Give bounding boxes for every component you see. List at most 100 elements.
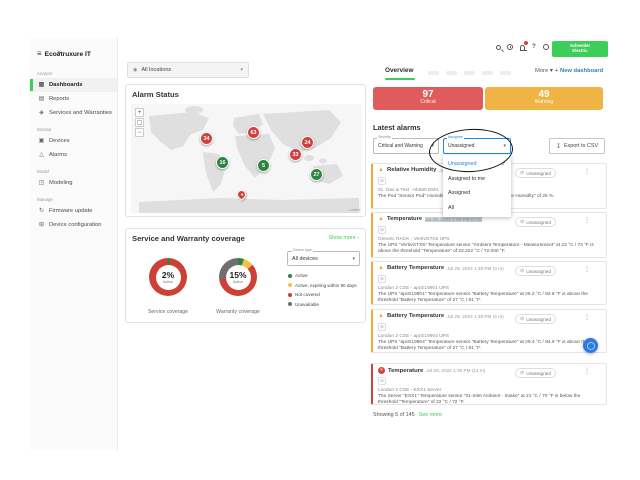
kebab-menu-icon[interactable]: ⋮ xyxy=(584,266,590,273)
export-csv-button[interactable]: ↧ Export to CSV xyxy=(549,138,605,154)
legend-dot-unavailable xyxy=(288,302,292,306)
severity-filter-select[interactable]: Critical and Warning ▾ xyxy=(373,138,439,154)
sidebar-item-alarms[interactable]: △ Alarms xyxy=(30,148,117,162)
alarm-timestamp: Jul 29, 2024 1:38 PM (4 m) xyxy=(447,313,504,319)
assignee-chip[interactable]: ⊘ Unassigned xyxy=(515,368,556,378)
help-floating-button[interactable] xyxy=(583,338,598,353)
map-marker-cluster[interactable]: 24 xyxy=(301,136,314,149)
sidebar-item-devices[interactable]: ▣ Devices xyxy=(30,134,117,148)
menu-option-assigned[interactable]: Assigned xyxy=(443,186,511,201)
alarm-title: Battery Temperature xyxy=(386,313,445,319)
map-zoom-out-button[interactable]: − xyxy=(135,128,144,137)
map-marker-cluster[interactable]: 16 xyxy=(216,156,229,169)
assignee-chip[interactable]: ⊘ Unassigned xyxy=(515,266,556,276)
mute-chip[interactable]: ⊘ xyxy=(378,377,386,385)
menu-option-assigned-to-me[interactable]: Assigned to me xyxy=(443,172,511,187)
legend-item: Not covered xyxy=(288,292,357,297)
hamburger-menu-icon[interactable]: ≡ xyxy=(37,50,42,58)
sidebar-item-device-configuration[interactable]: ⊞ Device configuration xyxy=(30,218,117,232)
more-tabs-dropdown[interactable]: More ▾ xyxy=(535,68,553,74)
check-icon: ✓ xyxy=(500,161,506,168)
search-icon[interactable] xyxy=(494,43,502,51)
world-map[interactable]: + ▢ − 34 63 24 33 16 5 27 Leaflet xyxy=(131,104,362,213)
assignee-filter-value: Unassigned xyxy=(448,143,475,149)
severity-icon: ▲ xyxy=(378,265,384,271)
sidebar-item-label: Alarms xyxy=(49,152,68,158)
mute-chip[interactable]: ⊘ xyxy=(378,323,386,331)
new-dashboard-button[interactable]: + New dashboard xyxy=(555,68,603,74)
map-zoom-in-button[interactable]: + xyxy=(135,108,144,117)
sidebar-item-dashboards[interactable]: ▦ Dashboards xyxy=(30,78,117,92)
schneider-electric-logo[interactable]: Schneider Electric xyxy=(552,41,608,57)
tab-overview[interactable]: Overview xyxy=(385,67,413,74)
sidebar-item-modeling[interactable]: ◳ Modeling xyxy=(30,176,117,190)
alarm-card[interactable]: × Temperature Jul 29, 2024 1:30 PM (12 m… xyxy=(371,363,607,405)
alarm-card[interactable]: ▲ Battery Temperature Jul 29, 2024 1:38 … xyxy=(371,261,607,305)
alarm-card[interactable]: ▲ Battery Temperature Jul 29, 2024 1:38 … xyxy=(371,309,607,353)
alarm-card[interactable]: ▲ Temperature Jul 29, 2024 1:40 PM (2 m)… xyxy=(371,212,607,258)
severity-filter-label: Severity xyxy=(377,135,392,139)
unassigned-icon: ⊘ xyxy=(520,219,525,225)
assignee-filter-label: Assignee xyxy=(447,135,464,139)
map-attribution[interactable]: Leaflet xyxy=(349,208,360,212)
latest-alarms-title: Latest alarms xyxy=(373,123,421,132)
critical-label: Critical xyxy=(420,99,436,105)
history-icon[interactable] xyxy=(506,43,514,51)
alarm-title: Battery Temperature xyxy=(386,265,445,271)
show-more-link[interactable]: Show more › xyxy=(328,235,359,241)
sidebar-item-label: Services and Warranties xyxy=(49,110,112,116)
critical-count-card[interactable]: 97 Critical xyxy=(373,87,483,110)
map-marker-cluster[interactable]: 33 xyxy=(289,148,302,161)
assignee-chip[interactable]: ⊘ Unassigned xyxy=(515,217,556,227)
chevron-right-icon: › xyxy=(357,235,359,241)
map-marker-cluster[interactable]: 34 xyxy=(200,132,213,145)
help-icon[interactable]: ? xyxy=(530,43,538,51)
unassigned-icon: ⊘ xyxy=(520,370,525,376)
brand-line: Electric xyxy=(572,48,588,53)
device-type-label: Device type xyxy=(292,248,313,252)
chevron-down-icon: ▾ xyxy=(549,68,553,74)
mute-chip[interactable]: ⊘ xyxy=(378,226,386,234)
menu-option-unassigned[interactable]: Unassigned ✓ xyxy=(443,157,511,172)
sidebar-item-firmware-update[interactable]: ↻ Firmware update xyxy=(30,204,117,218)
sidebar-item-services-warranties[interactable]: ◈ Services and Warranties xyxy=(30,106,117,120)
sidebar-section-manage: Manage xyxy=(37,197,53,202)
map-marker-cluster[interactable]: 63 xyxy=(247,126,260,139)
mute-chip[interactable]: ⊘ xyxy=(378,177,386,185)
alarm-timestamp: Jul 29, 2024 1:38 PM (3 m) xyxy=(447,265,504,271)
unassigned-icon: ⊘ xyxy=(520,170,525,176)
sidebar-section-analyze: Analyze xyxy=(37,71,53,76)
warranty-coverage-label: Warranty coverage xyxy=(216,309,260,315)
sidebar-item-reports[interactable]: ▤ Reports xyxy=(30,92,117,106)
alarm-location: 01. Dev & Test - nb550 EMS xyxy=(378,187,439,193)
settings-icon[interactable] xyxy=(542,43,550,51)
map-continents xyxy=(139,106,359,213)
kebab-menu-icon[interactable]: ⋮ xyxy=(584,314,590,321)
menu-option-all[interactable]: All xyxy=(443,201,511,216)
mute-chip[interactable]: ⊘ xyxy=(378,275,386,283)
warning-label: Warning xyxy=(534,99,554,105)
notifications-icon[interactable] xyxy=(518,41,528,51)
kebab-menu-icon[interactable]: ⋮ xyxy=(584,368,590,375)
severity-icon: ▲ xyxy=(378,216,384,222)
service-coverage-label: Service coverage xyxy=(147,309,189,315)
warning-count-card[interactable]: 49 Warning xyxy=(485,87,603,110)
alarm-title: Relative Humidity xyxy=(386,167,437,173)
app-window: ≡ Eco8truxure IT Analyze ▦ Dashboards ▤ … xyxy=(30,38,610,450)
location-filter-dropdown[interactable]: ◉ All locations ▾ xyxy=(127,62,249,78)
see-more-link[interactable]: See more xyxy=(419,412,442,418)
chevron-down-icon: ▾ xyxy=(503,143,506,149)
alarm-timestamp: Jul 29, 2024 1:30 PM (12 m) xyxy=(426,368,486,373)
reports-icon: ▤ xyxy=(38,96,45,102)
severity-icon: ▲ xyxy=(378,313,384,319)
device-type-select[interactable]: All devices ▾ xyxy=(287,251,360,266)
assignee-chip[interactable]: ⊘ Unassigned xyxy=(515,314,556,324)
alarm-location: London 2 CSE - ESX1 Server xyxy=(378,387,442,393)
kebab-menu-icon[interactable]: ⋮ xyxy=(584,168,590,175)
assignee-filter-select[interactable]: Unassigned ▾ xyxy=(443,138,511,154)
map-layers-button[interactable]: ▢ xyxy=(135,118,144,127)
map-marker-cluster[interactable]: 27 xyxy=(310,168,323,181)
assignee-chip[interactable]: ⊘ Unassigned xyxy=(515,168,556,178)
map-marker-cluster[interactable]: 5 xyxy=(257,159,270,172)
kebab-menu-icon[interactable]: ⋮ xyxy=(584,217,590,224)
